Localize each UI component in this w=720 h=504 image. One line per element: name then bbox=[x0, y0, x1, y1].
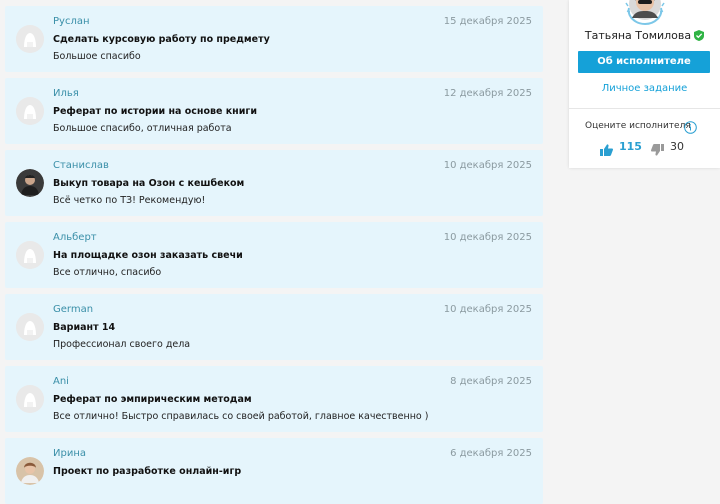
divider bbox=[569, 108, 720, 109]
review-card: Альберт 10 декабря 2025 На площадке озон… bbox=[5, 222, 543, 288]
default-avatar-icon[interactable] bbox=[16, 241, 44, 269]
review-date: 10 декабря 2025 bbox=[443, 232, 532, 243]
freelancer-name-row: Татьяна Томилова bbox=[569, 29, 720, 44]
review-text: Профессионал своего дела bbox=[53, 339, 191, 350]
review-task-title[interactable]: На площадке озон заказать свечи bbox=[53, 250, 243, 261]
verified-check-icon bbox=[694, 30, 705, 44]
thumbs-down-icon[interactable] bbox=[651, 141, 664, 160]
info-icon[interactable] bbox=[684, 119, 697, 138]
reviewer-name[interactable]: Ani bbox=[53, 376, 69, 387]
review-card: Станислав 10 декабря 2025 Выкуп товара н… bbox=[5, 150, 543, 216]
review-date: 10 декабря 2025 bbox=[443, 304, 532, 315]
review-date: 6 декабря 2025 bbox=[450, 448, 532, 459]
review-date: 10 декабря 2025 bbox=[443, 160, 532, 171]
review-card: Ирина 6 декабря 2025 Проект по разработк… bbox=[5, 438, 543, 504]
review-date: 12 декабря 2025 bbox=[443, 88, 532, 99]
review-card: Ani 8 декабря 2025 Реферат по эмпирическ… bbox=[5, 366, 543, 432]
freelancer-profile-card: Татьяна Томилова Об исполнителе Личное з… bbox=[569, 0, 720, 168]
review-card: German 10 декабря 2025 Вариант 14 Профес… bbox=[5, 294, 543, 360]
review-card: Илья 12 декабря 2025 Реферат по истории … bbox=[5, 78, 543, 144]
freelancer-name[interactable]: Татьяна Томилова bbox=[585, 29, 691, 42]
default-avatar-icon[interactable] bbox=[16, 97, 44, 125]
review-text: Все отлично, спасибо bbox=[53, 267, 162, 278]
freelancer-avatar[interactable] bbox=[623, 0, 667, 26]
personal-task-link[interactable]: Личное задание bbox=[569, 83, 720, 94]
reviewer-name[interactable]: Руслан bbox=[53, 16, 90, 27]
reviewer-name[interactable]: Ирина bbox=[53, 448, 86, 459]
reviewer-name[interactable]: Илья bbox=[53, 88, 79, 99]
review-date: 15 декабря 2025 bbox=[443, 16, 532, 27]
review-task-title[interactable]: Сделать курсовую работу по предмету bbox=[53, 34, 270, 45]
default-avatar-icon[interactable] bbox=[16, 385, 44, 413]
photo-avatar-icon[interactable] bbox=[16, 457, 44, 485]
reviewer-name[interactable]: Альберт bbox=[53, 232, 97, 243]
review-card: Руслан 15 декабря 2025 Сделать курсовую … bbox=[5, 6, 543, 72]
review-task-title[interactable]: Проект по разработке онлайн-игр bbox=[53, 466, 241, 477]
default-avatar-icon[interactable] bbox=[16, 313, 44, 341]
review-task-title[interactable]: Реферат по эмпирическим методам bbox=[53, 394, 252, 405]
default-avatar-icon[interactable] bbox=[16, 25, 44, 53]
review-text: Большое спасибо, отличная работа bbox=[53, 123, 232, 134]
thumbs-up-icon[interactable] bbox=[600, 141, 613, 160]
review-task-title[interactable]: Выкуп товара на Озон с кешбеком bbox=[53, 178, 244, 189]
about-freelancer-button[interactable]: Об исполнителе bbox=[578, 51, 710, 73]
review-date: 8 декабря 2025 bbox=[450, 376, 532, 387]
rate-freelancer-label: Оцените исполнителя bbox=[585, 121, 691, 131]
reviewer-name[interactable]: Станислав bbox=[53, 160, 109, 171]
review-text: Всё четко по ТЗ! Рекомендую! bbox=[53, 195, 206, 206]
review-task-title[interactable]: Реферат по истории на основе книги bbox=[53, 106, 257, 117]
reviewer-name[interactable]: German bbox=[53, 304, 93, 315]
review-task-title[interactable]: Вариант 14 bbox=[53, 322, 115, 333]
review-text: Все отлично! Быстро справилась со своей … bbox=[53, 411, 429, 422]
review-text: Большое спасибо bbox=[53, 51, 141, 62]
dislikes-count: 30 bbox=[670, 140, 684, 153]
photo-avatar-icon[interactable] bbox=[16, 169, 44, 197]
likes-count: 115 bbox=[619, 140, 642, 153]
